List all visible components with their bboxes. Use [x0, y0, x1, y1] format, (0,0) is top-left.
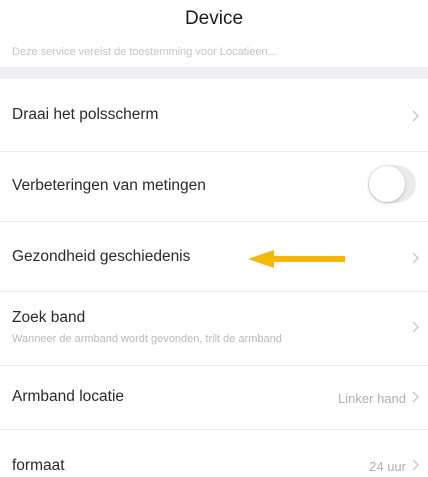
row-health-history[interactable]: Gezondheid geschiedenis: [0, 222, 428, 292]
row-label: formaat: [12, 457, 65, 474]
chevron-right-icon: [410, 319, 422, 335]
location-permission-notice[interactable]: Deze service vereist de toestemming voor…: [12, 46, 277, 58]
chevron-right-icon: [410, 389, 422, 405]
chevron-right-icon: [410, 457, 422, 473]
row-band-location[interactable]: Armband locatie Linker hand: [0, 366, 428, 430]
row-label: Draai het polsscherm: [12, 106, 159, 123]
chevron-right-icon: [410, 250, 422, 266]
header: Device: [0, 0, 428, 36]
row-label: Armband locatie: [12, 388, 125, 405]
row-sublabel: Wanneer de armband wordt gevonden, trilt…: [12, 333, 282, 345]
row-label: Zoek band: [12, 309, 86, 326]
section-divider: [0, 67, 428, 79]
row-label: Verbeteringen van metingen: [12, 177, 206, 194]
time-format-value: 24 uur: [369, 459, 406, 474]
row-measurement-improvements: Verbeteringen van metingen: [0, 152, 428, 222]
row-label: Gezondheid geschiedenis: [12, 248, 191, 265]
arrow-left-icon: [248, 249, 348, 269]
band-location-value: Linker hand: [338, 391, 406, 406]
page-title: Device: [184, 8, 244, 29]
row-time-format[interactable]: formaat 24 uur: [0, 430, 428, 477]
chevron-right-icon: [410, 108, 422, 124]
measurement-improvements-toggle[interactable]: [368, 165, 416, 203]
row-find-band[interactable]: Zoek band Wanneer de armband wordt gevon…: [0, 292, 428, 366]
toggle-knob: [369, 166, 405, 202]
row-rotate-wrist-screen[interactable]: Draai het polsscherm: [0, 79, 428, 152]
